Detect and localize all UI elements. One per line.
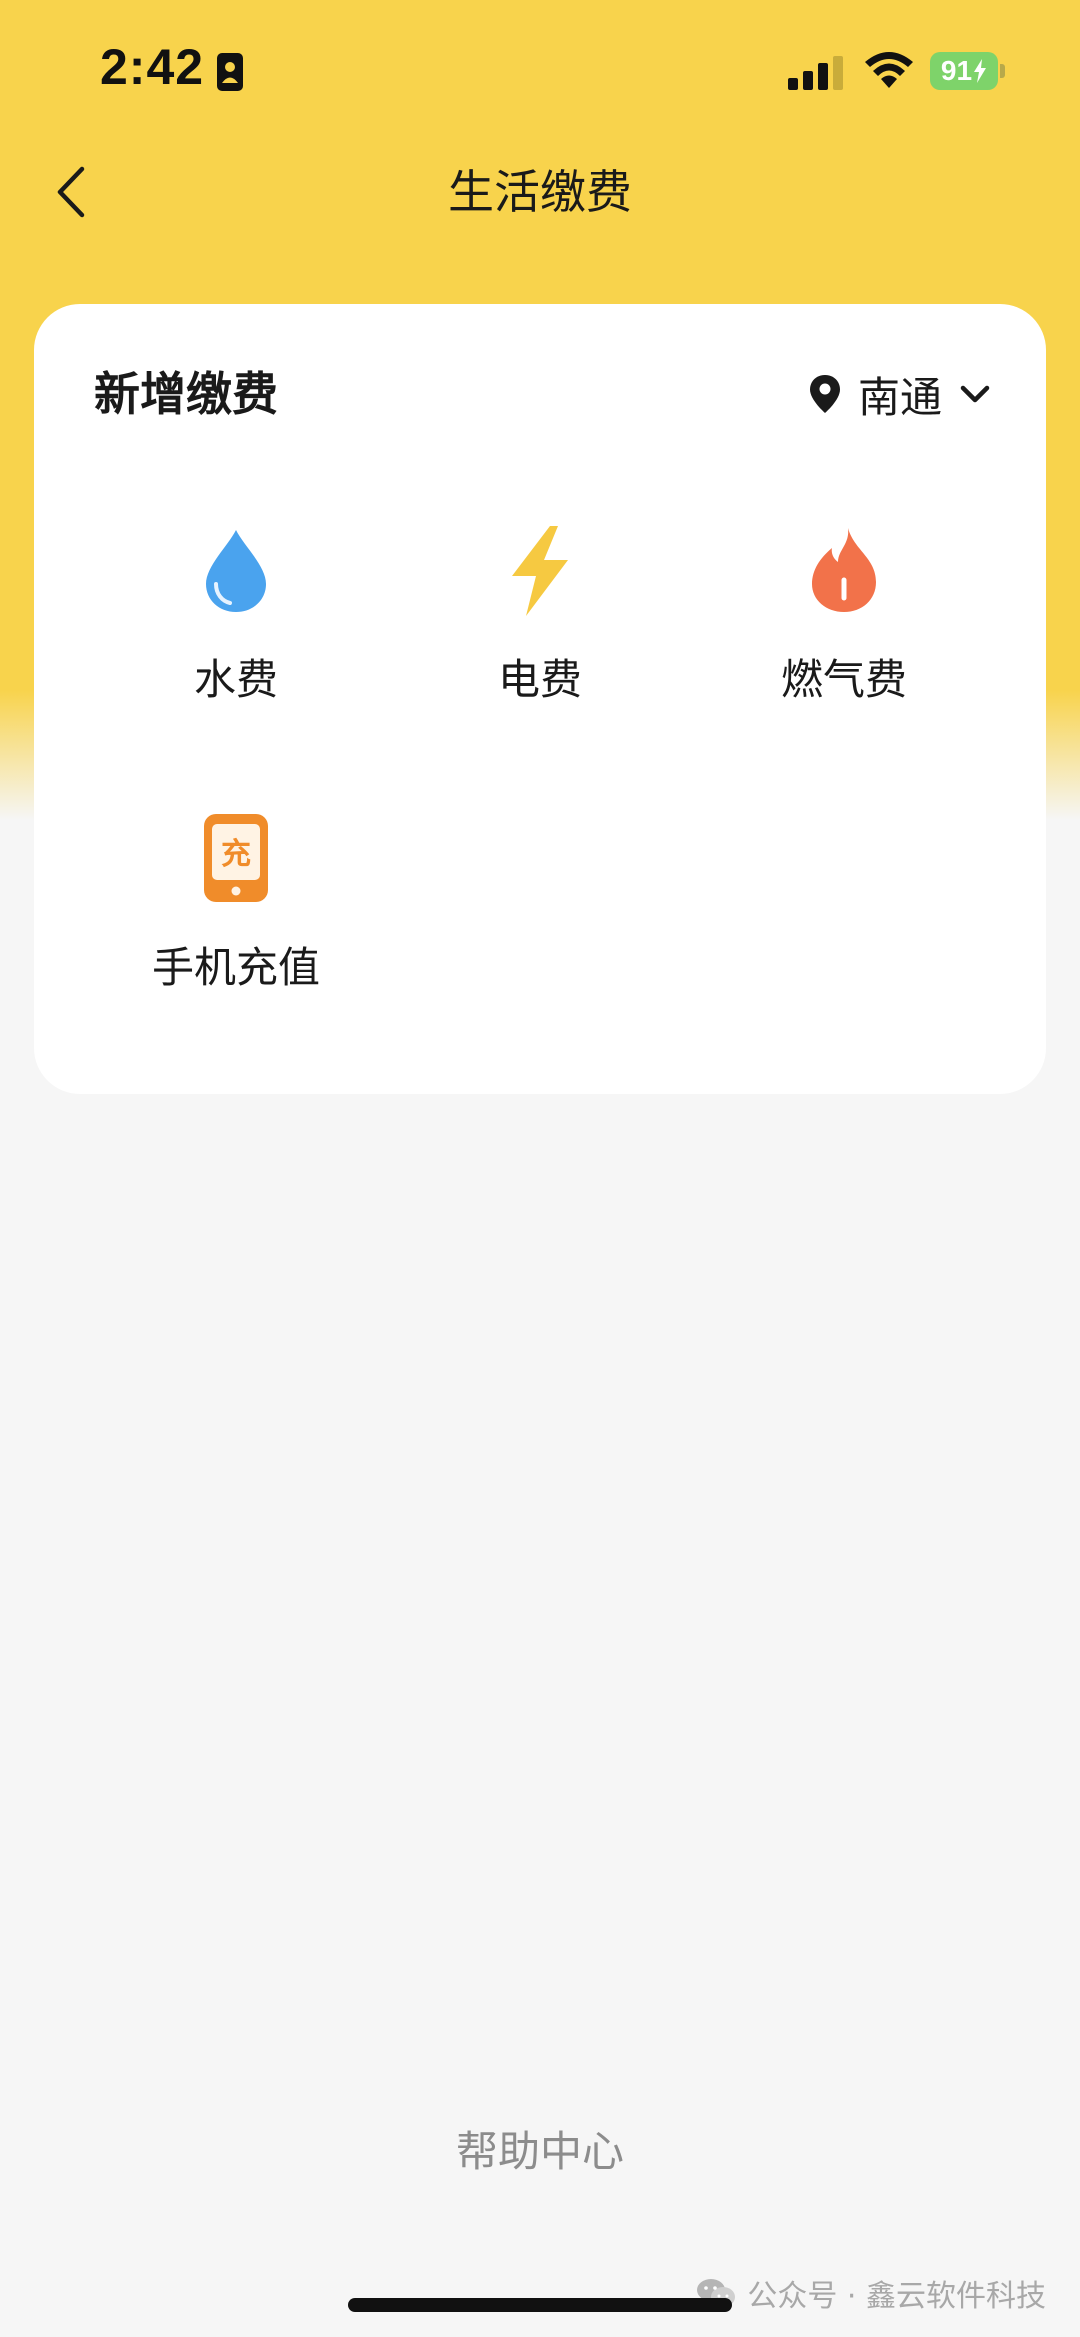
- battery-percent: 91: [940, 55, 973, 86]
- location-pin-icon: [809, 375, 840, 413]
- status-bar: 2:42 91: [0, 0, 1080, 140]
- flame-icon: [812, 528, 876, 612]
- location-selector[interactable]: 南通: [808, 362, 990, 426]
- water-bill-tile[interactable]: 水费: [86, 522, 386, 742]
- electricity-bill-tile[interactable]: 电费: [390, 522, 690, 742]
- card-title: 新增缴费: [94, 367, 278, 421]
- help-center-link[interactable]: 帮助中心: [0, 2120, 1080, 2184]
- wifi-icon: [865, 52, 913, 88]
- tile-label: 电费: [497, 655, 582, 704]
- gas-bill-tile[interactable]: 燃气费: [694, 522, 994, 742]
- tile-label: 手机充值: [151, 943, 320, 992]
- payment-card: 新增缴费 南通 水费 电费 燃气费 充 手机充值: [34, 304, 1046, 1094]
- tile-label: 燃气费: [780, 655, 907, 704]
- water-drop-icon: [206, 530, 266, 612]
- back-button[interactable]: [46, 160, 96, 224]
- charging-bolt-icon: [974, 59, 987, 83]
- battery-cap: [1000, 64, 1005, 78]
- tile-label: 水费: [193, 655, 278, 704]
- chevron-down-icon: [960, 385, 990, 403]
- phone-recharge-tile[interactable]: 充 手机充值: [86, 810, 386, 1030]
- focus-mode-icon: [217, 53, 243, 91]
- svg-text:充: 充: [221, 837, 251, 872]
- watermark: 公众号 · 鑫云软件科技: [695, 2268, 1046, 2318]
- watermark-text: 公众号 · 鑫云软件科技: [747, 2279, 1046, 2314]
- page-title: 生活缴费: [448, 165, 632, 219]
- battery-level: 91: [930, 52, 998, 90]
- battery-icon: 91: [930, 52, 1006, 90]
- chevron-left-icon: [57, 166, 85, 218]
- phone-recharge-icon: 充: [204, 814, 268, 902]
- cellular-signal-icon: [788, 56, 843, 90]
- location-label: 南通: [857, 372, 942, 422]
- status-time: 2:42: [100, 39, 205, 95]
- lightning-icon: [512, 526, 568, 616]
- home-indicator[interactable]: [348, 2298, 732, 2312]
